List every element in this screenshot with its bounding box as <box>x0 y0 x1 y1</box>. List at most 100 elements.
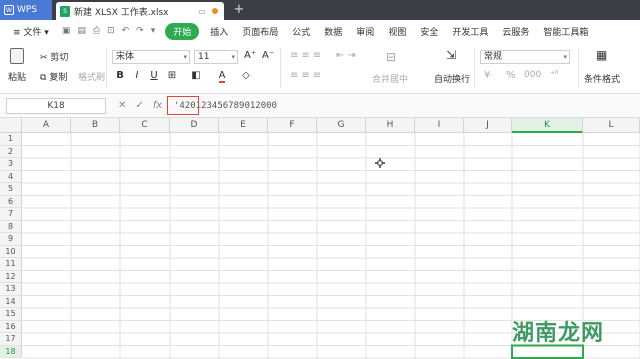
document-tab[interactable]: S 新建 XLSX 工作表.xlsx ▭ <box>56 2 224 20</box>
clear-format-icon[interactable]: ◇ <box>240 70 252 81</box>
insert-function-icon[interactable]: fx <box>153 98 162 114</box>
row-header-5[interactable]: 5 <box>0 183 22 196</box>
currency-icon[interactable]: ¥ <box>484 70 490 81</box>
fill-color-icon[interactable]: ◧ <box>190 70 202 81</box>
document-tab-title: 新建 XLSX 工作表.xlsx <box>74 7 169 18</box>
row-header-1[interactable]: 1 <box>0 133 22 146</box>
column-header-k[interactable]: K <box>512 118 583 133</box>
open-icon[interactable]: ▤ <box>77 26 86 36</box>
column-header-j[interactable]: J <box>464 118 512 133</box>
cut-button[interactable]: ✂ 剪切 <box>40 50 68 63</box>
row-header-9[interactable]: 9 <box>0 233 22 246</box>
font-family-select[interactable]: 宋体 ▾ <box>112 50 190 64</box>
row-header-13[interactable]: 13 <box>0 283 22 296</box>
wps-home-tab[interactable]: W WPS <box>0 0 52 20</box>
row-header-10[interactable]: 10 <box>0 245 22 258</box>
column-header-l[interactable]: L <box>583 118 640 133</box>
cancel-icon[interactable]: ✕ <box>118 98 126 114</box>
wrap-text-button[interactable]: 自动换行 <box>434 72 470 85</box>
menu-view[interactable]: 视图 <box>381 25 413 38</box>
column-header-c[interactable]: C <box>120 118 170 133</box>
preview-icon[interactable]: ⊡ <box>107 26 115 36</box>
font-color-icon[interactable]: A <box>216 70 228 83</box>
menu-start[interactable]: 开始 <box>165 22 200 40</box>
select-all-corner[interactable] <box>0 118 22 133</box>
conditional-format-icon: ▦ <box>596 48 608 62</box>
confirm-icon[interactable]: ✓ <box>135 98 143 114</box>
menu-bar: ≡ 文件 ▾ ▣ ▤ ⎙ ⊡ ↶ ↷ ▾ 开始 插入 页面布局 公式 数据 审阅… <box>0 20 640 42</box>
row-header-8[interactable]: 8 <box>0 220 22 233</box>
bold-button[interactable]: B <box>114 70 126 81</box>
paste-button[interactable]: 粘贴 <box>8 70 26 83</box>
merge-icon: ⊟ <box>386 50 397 64</box>
row-header-3[interactable]: 3 <box>0 158 22 171</box>
column-header-b[interactable]: B <box>71 118 120 133</box>
ribbon-divider <box>474 48 475 88</box>
row-header-16[interactable]: 16 <box>0 320 22 333</box>
cut-label: 剪切 <box>50 53 69 63</box>
menu-cloud[interactable]: 云服务 <box>495 25 536 38</box>
redo-icon[interactable]: ↷ <box>136 26 144 36</box>
paste-icon[interactable] <box>10 48 24 64</box>
copy-button[interactable]: ⧉ 复制 <box>40 70 67 83</box>
new-tab-button[interactable]: + <box>232 1 246 19</box>
row-header-11[interactable]: 11 <box>0 258 22 271</box>
font-size-value: 11 <box>198 52 210 62</box>
row-header-12[interactable]: 12 <box>0 270 22 283</box>
row-header-6[interactable]: 6 <box>0 195 22 208</box>
save-icon[interactable]: ▣ <box>62 26 71 36</box>
conditional-format-button[interactable]: 条件格式 <box>584 72 620 85</box>
menu-review[interactable]: 审阅 <box>349 25 381 38</box>
menu-insert[interactable]: 插入 <box>203 25 235 38</box>
shrink-font-icon[interactable]: A⁻ <box>262 50 274 61</box>
row-header-18[interactable]: 18 <box>0 345 22 358</box>
number-format-select[interactable]: 常规 ▾ <box>480 50 570 64</box>
column-header-h[interactable]: H <box>366 118 415 133</box>
wps-logo-icon: W <box>4 5 14 15</box>
row-header-14[interactable]: 14 <box>0 295 22 308</box>
row-header-15[interactable]: 15 <box>0 308 22 321</box>
print-icon[interactable]: ⎙ <box>93 26 100 36</box>
file-menu[interactable]: ≡ 文件 ▾ <box>6 25 56 38</box>
underline-button[interactable]: U <box>148 70 160 81</box>
row-header-17[interactable]: 17 <box>0 333 22 346</box>
border-icon[interactable]: ⊞ <box>166 70 178 81</box>
row-header-7[interactable]: 7 <box>0 208 22 221</box>
grow-font-icon[interactable]: A⁺ <box>244 50 256 61</box>
format-painter-button[interactable]: 格式刷 <box>78 70 105 83</box>
align-top-icons[interactable]: ≡≡≡ <box>290 50 324 61</box>
menu-smart-toolbox[interactable]: 智能工具箱 <box>536 25 595 38</box>
move-cursor-icon <box>375 158 385 168</box>
name-box[interactable]: K18 <box>6 98 106 114</box>
thousands-icon[interactable]: 000 <box>524 70 541 80</box>
menu-developer[interactable]: 开发工具 <box>445 25 495 38</box>
more-icon[interactable]: ▾ <box>151 26 156 36</box>
column-header-f[interactable]: F <box>268 118 317 133</box>
column-header-d[interactable]: D <box>170 118 219 133</box>
align-horizontal-icons[interactable]: ≡≡≡ <box>290 70 324 81</box>
active-cell[interactable] <box>511 344 584 359</box>
formula-icons: ✕ ✓ fx <box>118 98 162 114</box>
restore-tab-icon[interactable]: ▭ <box>196 7 208 16</box>
menu-data[interactable]: 数据 <box>317 25 349 38</box>
decimal-icon[interactable]: ⁺⁰ <box>550 70 558 80</box>
undo-icon[interactable]: ↶ <box>122 26 130 36</box>
column-header-g[interactable]: G <box>317 118 366 133</box>
ribbon-divider <box>106 48 107 88</box>
formula-input[interactable]: '420123456789012000 <box>170 98 634 114</box>
font-size-select[interactable]: 11 ▾ <box>194 50 238 64</box>
column-header-a[interactable]: A <box>22 118 71 133</box>
italic-button[interactable]: I <box>131 70 143 81</box>
menu-security[interactable]: 安全 <box>413 25 445 38</box>
copy-label: 复制 <box>49 73 68 83</box>
row-header-2[interactable]: 2 <box>0 145 22 158</box>
apostrophe-highlight <box>167 96 199 115</box>
menu-page-layout[interactable]: 页面布局 <box>235 25 285 38</box>
menu-formulas[interactable]: 公式 <box>285 25 317 38</box>
percent-button[interactable]: % <box>506 70 516 81</box>
merge-center-button[interactable]: 合并居中 <box>372 72 408 85</box>
row-header-4[interactable]: 4 <box>0 170 22 183</box>
column-header-e[interactable]: E <box>219 118 268 133</box>
column-header-i[interactable]: I <box>415 118 464 133</box>
indent-icons[interactable]: ⇤⇥ <box>336 50 359 61</box>
